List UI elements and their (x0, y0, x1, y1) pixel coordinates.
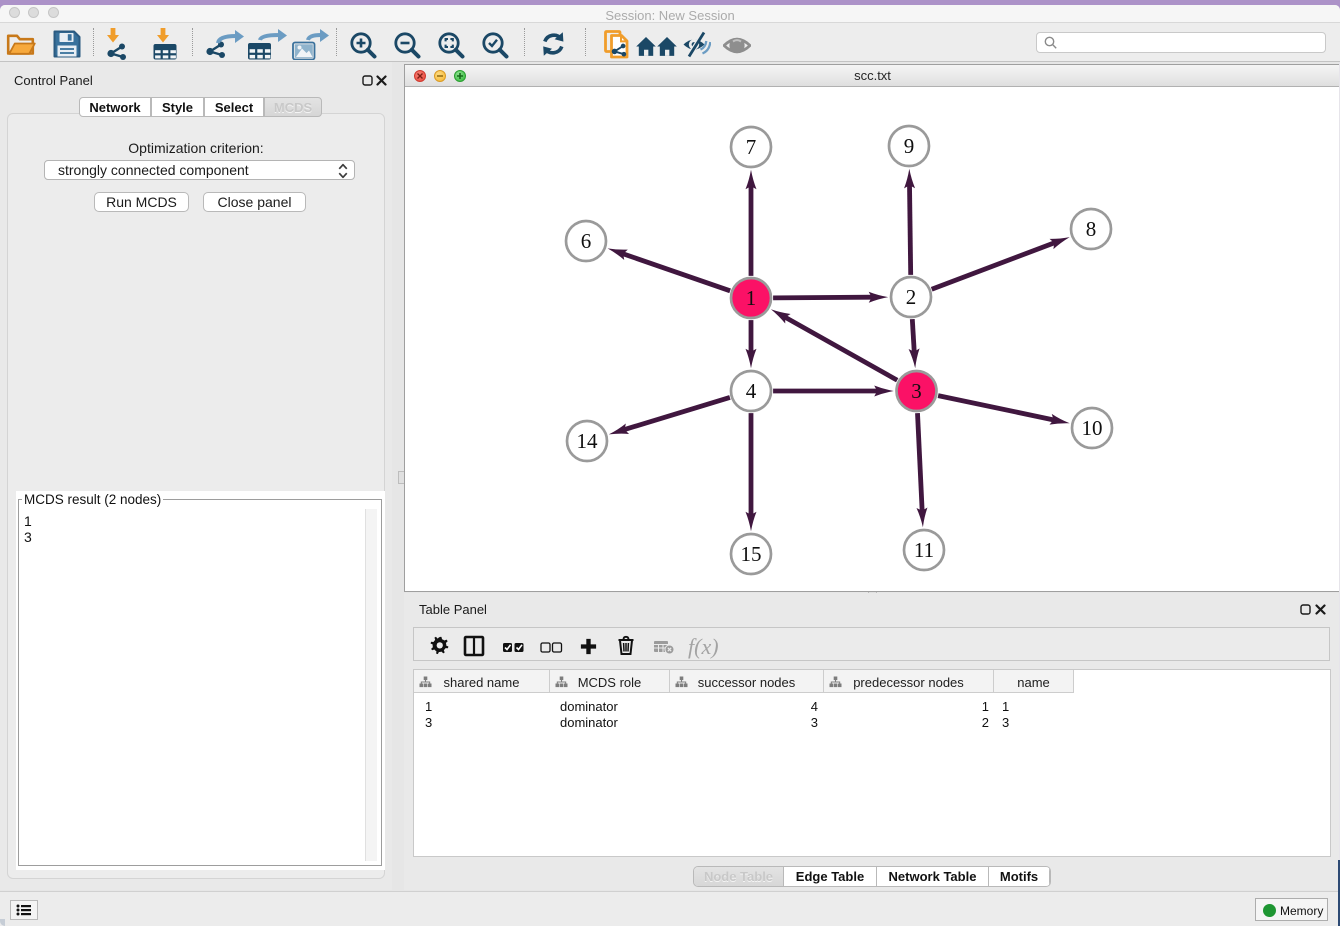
svg-text:14: 14 (577, 429, 599, 453)
svg-text:3: 3 (911, 379, 922, 403)
svg-text:6: 6 (581, 229, 592, 253)
svg-text:11: 11 (914, 538, 934, 562)
svg-text:7: 7 (746, 135, 757, 159)
svg-text:15: 15 (741, 542, 762, 566)
svg-text:4: 4 (746, 379, 757, 403)
svg-text:10: 10 (1082, 416, 1103, 440)
svg-text:9: 9 (904, 134, 915, 158)
svg-text:2: 2 (906, 285, 917, 309)
svg-text:1: 1 (746, 286, 757, 310)
svg-text:8: 8 (1086, 217, 1097, 241)
